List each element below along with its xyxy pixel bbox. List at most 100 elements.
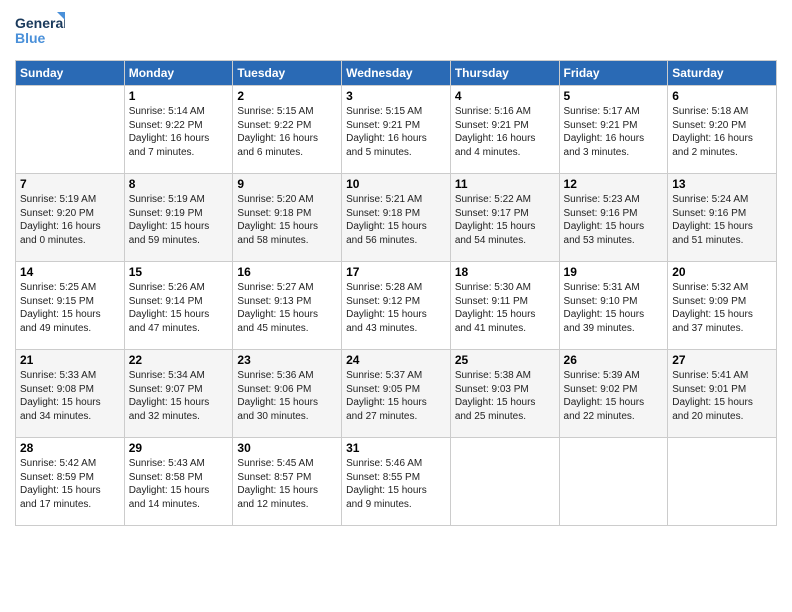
column-header-monday: Monday xyxy=(124,61,233,86)
calendar-cell: 11 Sunrise: 5:22 AMSunset: 9:17 PMDayligh… xyxy=(450,174,559,262)
calendar-cell: 2 Sunrise: 5:15 AMSunset: 9:22 PMDaylight… xyxy=(233,86,342,174)
day-info: Sunrise: 5:41 AMSunset: 9:01 PMDaylight:… xyxy=(672,369,772,423)
calendar-cell: 26 Sunrise: 5:39 AMSunset: 9:02 PMDayligh… xyxy=(559,350,668,438)
day-number: 8 xyxy=(129,177,229,191)
calendar-cell: 24 Sunrise: 5:37 AMSunset: 9:05 PMDayligh… xyxy=(342,350,451,438)
week-row-4: 21 Sunrise: 5:33 AMSunset: 9:08 PMDayligh… xyxy=(16,350,777,438)
day-info: Sunrise: 5:34 AMSunset: 9:07 PMDaylight:… xyxy=(129,369,229,423)
day-number: 28 xyxy=(20,441,120,455)
header-row: SundayMondayTuesdayWednesdayThursdayFrid… xyxy=(16,61,777,86)
week-row-5: 28 Sunrise: 5:42 AMSunset: 8:59 PMDayligh… xyxy=(16,438,777,526)
day-info: Sunrise: 5:16 AMSunset: 9:21 PMDaylight:… xyxy=(455,105,555,159)
svg-text:Blue: Blue xyxy=(15,30,46,46)
day-info: Sunrise: 5:23 AMSunset: 9:16 PMDaylight:… xyxy=(564,193,664,247)
day-number: 6 xyxy=(672,89,772,103)
day-info: Sunrise: 5:43 AMSunset: 8:58 PMDaylight:… xyxy=(129,457,229,511)
calendar-cell: 16Sunrise: 5:27 AMSunset: 9:13 PMDayligh… xyxy=(233,262,342,350)
day-info: Sunrise: 5:37 AMSunset: 9:05 PMDaylight:… xyxy=(346,369,446,423)
calendar-cell xyxy=(16,86,125,174)
calendar-cell: 15 Sunrise: 5:26 AMSunset: 9:14 PMDayligh… xyxy=(124,262,233,350)
calendar-cell: 1 Sunrise: 5:14 AMSunset: 9:22 PMDaylight… xyxy=(124,86,233,174)
day-info: Sunrise: 5:15 AMSunset: 9:21 PMDaylight:… xyxy=(346,105,446,159)
calendar-cell: 17 Sunrise: 5:28 AMSunset: 9:12 PMDayligh… xyxy=(342,262,451,350)
logo-svg: General Blue xyxy=(15,10,65,52)
day-info: Sunrise: 5:21 AMSunset: 9:18 PMDaylight:… xyxy=(346,193,446,247)
day-info: Sunrise: 5:20 AMSunset: 9:18 PMDaylight:… xyxy=(237,193,337,247)
day-info: Sunrise: 5:32 AMSunset: 9:09 PMDaylight:… xyxy=(672,281,772,335)
calendar-cell: 28 Sunrise: 5:42 AMSunset: 8:59 PMDayligh… xyxy=(16,438,125,526)
day-number: 27 xyxy=(672,353,772,367)
day-info: Sunrise: 5:39 AMSunset: 9:02 PMDaylight:… xyxy=(564,369,664,423)
day-number: 21 xyxy=(20,353,120,367)
week-row-2: 7 Sunrise: 5:19 AMSunset: 9:20 PMDaylight… xyxy=(16,174,777,262)
day-info: Sunrise: 5:17 AMSunset: 9:21 PMDaylight:… xyxy=(564,105,664,159)
day-number: 9 xyxy=(237,177,337,191)
day-number: 10 xyxy=(346,177,446,191)
calendar-table: SundayMondayTuesdayWednesdayThursdayFrid… xyxy=(15,60,777,526)
calendar-cell: 12 Sunrise: 5:23 AMSunset: 9:16 PMDayligh… xyxy=(559,174,668,262)
day-number: 20 xyxy=(672,265,772,279)
day-number: 15 xyxy=(129,265,229,279)
day-number: 11 xyxy=(455,177,555,191)
week-row-1: 1 Sunrise: 5:14 AMSunset: 9:22 PMDaylight… xyxy=(16,86,777,174)
day-info: Sunrise: 5:15 AMSunset: 9:22 PMDaylight:… xyxy=(237,105,337,159)
day-number: 13 xyxy=(672,177,772,191)
day-info: Sunrise: 5:26 AMSunset: 9:14 PMDaylight:… xyxy=(129,281,229,335)
column-header-friday: Friday xyxy=(559,61,668,86)
calendar-cell: 20 Sunrise: 5:32 AMSunset: 9:09 PMDayligh… xyxy=(668,262,777,350)
day-info: Sunrise: 5:28 AMSunset: 9:12 PMDaylight:… xyxy=(346,281,446,335)
day-info: Sunrise: 5:25 AMSunset: 9:15 PMDaylight:… xyxy=(20,281,120,335)
calendar-cell: 23 Sunrise: 5:36 AMSunset: 9:06 PMDayligh… xyxy=(233,350,342,438)
day-number: 18 xyxy=(455,265,555,279)
day-number: 17 xyxy=(346,265,446,279)
day-info: Sunrise: 5:38 AMSunset: 9:03 PMDaylight:… xyxy=(455,369,555,423)
day-info: Sunrise: 5:36 AMSunset: 9:06 PMDaylight:… xyxy=(237,369,337,423)
column-header-tuesday: Tuesday xyxy=(233,61,342,86)
day-number: 7 xyxy=(20,177,120,191)
day-info: Sunrise: 5:42 AMSunset: 8:59 PMDaylight:… xyxy=(20,457,120,511)
day-info: Sunrise: 5:24 AMSunset: 9:16 PMDaylight:… xyxy=(672,193,772,247)
calendar-cell: 29 Sunrise: 5:43 AMSunset: 8:58 PMDayligh… xyxy=(124,438,233,526)
day-number: 23 xyxy=(237,353,337,367)
day-number: 30 xyxy=(237,441,337,455)
calendar-cell: 8Sunrise: 5:19 AMSunset: 9:19 PMDaylight… xyxy=(124,174,233,262)
calendar-cell: 14Sunrise: 5:25 AMSunset: 9:15 PMDayligh… xyxy=(16,262,125,350)
day-number: 19 xyxy=(564,265,664,279)
calendar-cell: 18Sunrise: 5:30 AMSunset: 9:11 PMDayligh… xyxy=(450,262,559,350)
calendar-cell: 10 Sunrise: 5:21 AMSunset: 9:18 PMDayligh… xyxy=(342,174,451,262)
calendar-cell: 3 Sunrise: 5:15 AMSunset: 9:21 PMDaylight… xyxy=(342,86,451,174)
day-number: 12 xyxy=(564,177,664,191)
calendar-cell: 19 Sunrise: 5:31 AMSunset: 9:10 PMDayligh… xyxy=(559,262,668,350)
day-info: Sunrise: 5:31 AMSunset: 9:10 PMDaylight:… xyxy=(564,281,664,335)
calendar-cell: 9 Sunrise: 5:20 AMSunset: 9:18 PMDaylight… xyxy=(233,174,342,262)
day-number: 1 xyxy=(129,89,229,103)
calendar-cell: 21 Sunrise: 5:33 AMSunset: 9:08 PMDayligh… xyxy=(16,350,125,438)
day-info: Sunrise: 5:46 AMSunset: 8:55 PMDaylight:… xyxy=(346,457,446,511)
day-number: 26 xyxy=(564,353,664,367)
day-number: 3 xyxy=(346,89,446,103)
day-number: 2 xyxy=(237,89,337,103)
day-number: 31 xyxy=(346,441,446,455)
calendar-cell: 30Sunrise: 5:45 AMSunset: 8:57 PMDayligh… xyxy=(233,438,342,526)
calendar-cell: 6 Sunrise: 5:18 AMSunset: 9:20 PMDaylight… xyxy=(668,86,777,174)
day-info: Sunrise: 5:18 AMSunset: 9:20 PMDaylight:… xyxy=(672,105,772,159)
calendar-cell: 5 Sunrise: 5:17 AMSunset: 9:21 PMDaylight… xyxy=(559,86,668,174)
day-number: 24 xyxy=(346,353,446,367)
calendar-cell xyxy=(559,438,668,526)
day-info: Sunrise: 5:19 AMSunset: 9:20 PMDaylight:… xyxy=(20,193,120,247)
day-number: 29 xyxy=(129,441,229,455)
logo: General Blue xyxy=(15,10,65,52)
calendar-cell xyxy=(668,438,777,526)
calendar-cell: 22Sunrise: 5:34 AMSunset: 9:07 PMDayligh… xyxy=(124,350,233,438)
day-number: 25 xyxy=(455,353,555,367)
day-info: Sunrise: 5:22 AMSunset: 9:17 PMDaylight:… xyxy=(455,193,555,247)
svg-text:General: General xyxy=(15,15,65,31)
day-number: 5 xyxy=(564,89,664,103)
calendar-cell xyxy=(450,438,559,526)
day-info: Sunrise: 5:14 AMSunset: 9:22 PMDaylight:… xyxy=(129,105,229,159)
calendar-cell: 25 Sunrise: 5:38 AMSunset: 9:03 PMDayligh… xyxy=(450,350,559,438)
calendar-container: General Blue SundayMondayTuesdayWednesda… xyxy=(0,0,792,536)
day-info: Sunrise: 5:33 AMSunset: 9:08 PMDaylight:… xyxy=(20,369,120,423)
column-header-saturday: Saturday xyxy=(668,61,777,86)
column-header-sunday: Sunday xyxy=(16,61,125,86)
